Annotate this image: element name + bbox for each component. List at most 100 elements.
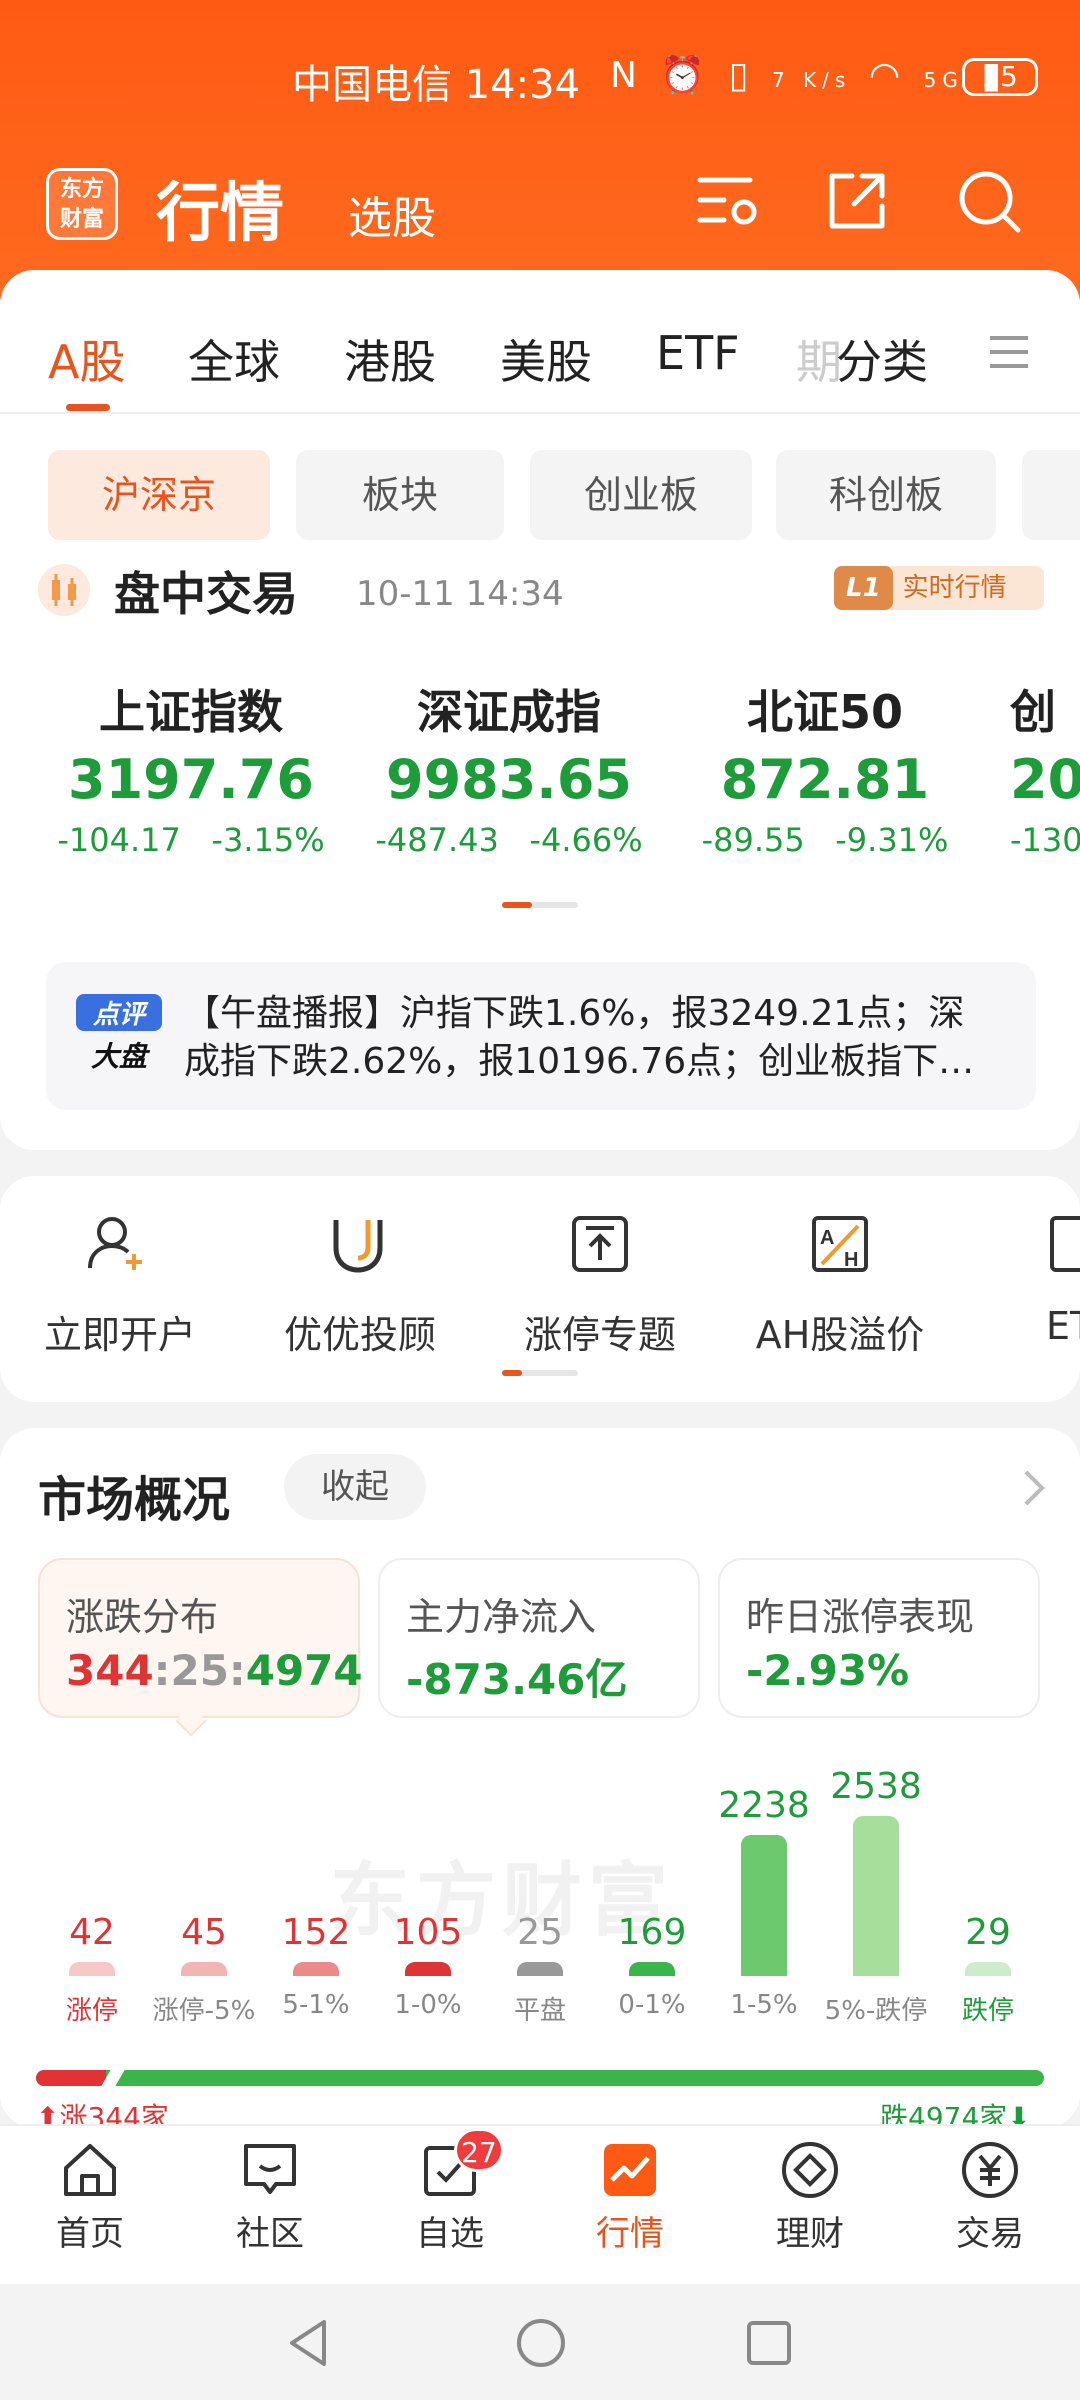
nfc-icon: N	[610, 55, 643, 96]
index-shanghai[interactable]: 上证指数 3197.76 -104.17 -3.15%	[36, 676, 346, 859]
distribution-bar-label: 跌停	[961, 1996, 1014, 2026]
tab-us[interactable]: 美股	[500, 326, 592, 392]
carousel-indicator	[502, 902, 578, 908]
main-inflow-card[interactable]: 主力净流入 -873.46亿	[378, 1558, 700, 1718]
back-icon[interactable]	[284, 2316, 334, 2370]
distribution-bar	[293, 1962, 339, 1976]
distribution-bar-value: 2238	[718, 1785, 810, 1826]
distribution-bar	[741, 1835, 787, 1976]
net-speed: 7 K/s	[771, 68, 852, 92]
shortcuts-card	[0, 1176, 1080, 1402]
inflow-value: -873.46亿	[406, 1655, 628, 1704]
updown-label: 涨跌分布	[66, 1595, 219, 1639]
market-overview-title: 市场概况	[38, 1472, 231, 1528]
ah-premium-icon: A H	[812, 1216, 868, 1272]
distribution-bar	[853, 1816, 899, 1976]
uu-advisor-icon	[333, 1220, 383, 1273]
tab-category[interactable]: 分类	[836, 326, 928, 392]
tab-global[interactable]: 全球	[188, 326, 280, 392]
index-change: -487.43 -4.66%	[375, 821, 643, 859]
nav-home[interactable]: 首页	[0, 2138, 180, 2255]
tab-etf[interactable]: ETF	[656, 326, 740, 380]
recents-icon[interactable]	[744, 2318, 794, 2368]
distribution-bar-value: 152	[281, 1912, 351, 1953]
stock-picker-tab[interactable]: 选股	[348, 182, 436, 246]
nav-community[interactable]: 社区	[180, 2138, 360, 2255]
signal-label: 5G	[923, 68, 964, 92]
chip-chinext[interactable]: 创业板	[530, 450, 752, 540]
collapse-button[interactable]: 收起	[284, 1454, 426, 1520]
distribution-bar	[69, 1962, 115, 1976]
updown-value: 344:25:4974	[66, 1646, 363, 1695]
shortcut-etf[interactable]: ET	[1046, 1304, 1080, 1348]
tab-indicator	[66, 404, 110, 411]
chip-hushenjing[interactable]: 沪深京	[48, 450, 270, 540]
search-icon[interactable]	[954, 166, 1024, 236]
candlestick-icon	[38, 564, 90, 616]
distribution-bar-value: 45	[181, 1912, 227, 1953]
home-circle-icon[interactable]	[514, 2316, 568, 2370]
status-icons: N ⏰ ▯ 7 K/s ◠ 5G ▮	[610, 54, 1007, 96]
logo-line2: 财富	[59, 207, 104, 232]
logo-line1: 东方	[59, 177, 104, 202]
distribution-bar	[405, 1962, 451, 1976]
menu-icon[interactable]	[990, 336, 1028, 368]
nav-wealth[interactable]: 理财	[720, 2138, 900, 2255]
ratio-bar	[36, 2070, 1044, 2086]
index-shenzhen[interactable]: 深证成指 9983.65 -487.43 -4.66%	[354, 676, 664, 859]
index-value: 20	[1010, 748, 1080, 811]
tab-a-shares[interactable]: A股	[48, 326, 125, 392]
chevron-right-icon[interactable]	[1016, 1466, 1052, 1510]
distribution-bar-value: 42	[69, 1912, 115, 1953]
nav-watchlist[interactable]: 自选 27	[360, 2128, 540, 2255]
index-change: -89.55 -9.31%	[701, 821, 949, 859]
distribution-bar-value: 105	[393, 1912, 463, 1953]
index-change: -130	[1010, 821, 1080, 859]
trading-title: 盘中交易	[114, 567, 298, 621]
ratio-up-segment	[36, 2070, 106, 2086]
realtime-badge[interactable]: L1 实时行情	[834, 566, 1044, 610]
index-name: 深证成指	[417, 685, 601, 739]
index-name: 上证指数	[99, 685, 283, 739]
app-logo[interactable]: 东方 财富	[46, 168, 118, 240]
updown-distribution-card[interactable]: 涨跌分布 344:25:4974	[38, 1558, 363, 1718]
distribution-bar	[517, 1962, 563, 1976]
index-value: 9983.65	[386, 748, 632, 811]
index-name: 创	[1010, 685, 1056, 739]
index-name: 北证50	[746, 685, 903, 739]
shortcut-open-account[interactable]: 立即开户	[0, 1304, 240, 1359]
tab-hk[interactable]: 港股	[344, 326, 436, 392]
distribution-bar-value: 169	[617, 1912, 687, 1953]
status-carrier-time: 中国电信 14:34	[292, 62, 580, 108]
news-text: 【午盘播报】沪指下跌1.6%，报3249.21点；深 成指下跌2.62%，报10…	[184, 993, 975, 1082]
community-icon	[244, 2144, 296, 2194]
page-title[interactable]: 行情	[156, 162, 284, 254]
shortcut-uu-advisor[interactable]: 优优投顾	[240, 1304, 480, 1359]
inflow-label: 主力净流入	[406, 1595, 597, 1639]
settings-list-icon[interactable]	[694, 166, 764, 236]
nav-market[interactable]: 行情	[540, 2138, 720, 2255]
index-beijing50[interactable]: 北证50 872.81 -89.55 -9.31%	[670, 676, 980, 859]
nav-trade[interactable]: 交易	[900, 2138, 1080, 2255]
distribution-bar	[965, 1962, 1011, 1976]
chip-star-market[interactable]: 科创板	[776, 450, 996, 540]
chip-more[interactable]	[1022, 450, 1080, 540]
svg-text:H: H	[844, 1249, 858, 1271]
index-change: -104.17 -3.15%	[57, 821, 325, 859]
battery-indicator: 25	[962, 58, 1038, 96]
shortcut-limit-up-topic[interactable]: 涨停专题	[480, 1304, 720, 1359]
index-value: 3197.76	[68, 748, 314, 811]
yesterday-label: 昨日涨停表现	[746, 1595, 975, 1639]
index-value: 872.81	[720, 748, 930, 811]
share-icon[interactable]	[822, 166, 892, 236]
shortcut-ah-premium[interactable]: AH股溢价	[720, 1304, 960, 1359]
yesterday-limit-up-card[interactable]: 昨日涨停表现 -2.93%	[718, 1558, 1040, 1718]
index-chinext[interactable]: 创 20 -130	[1010, 676, 1080, 859]
open-account-icon	[88, 1217, 142, 1270]
trading-datetime: 10-11 14:34	[356, 574, 564, 614]
review-badge: 点评 大盘	[76, 994, 162, 1078]
etf-icon	[1050, 1216, 1080, 1272]
distribution-bar	[629, 1962, 675, 1976]
chip-sectors[interactable]: 板块	[296, 450, 504, 540]
svg-text:A: A	[820, 1227, 834, 1249]
